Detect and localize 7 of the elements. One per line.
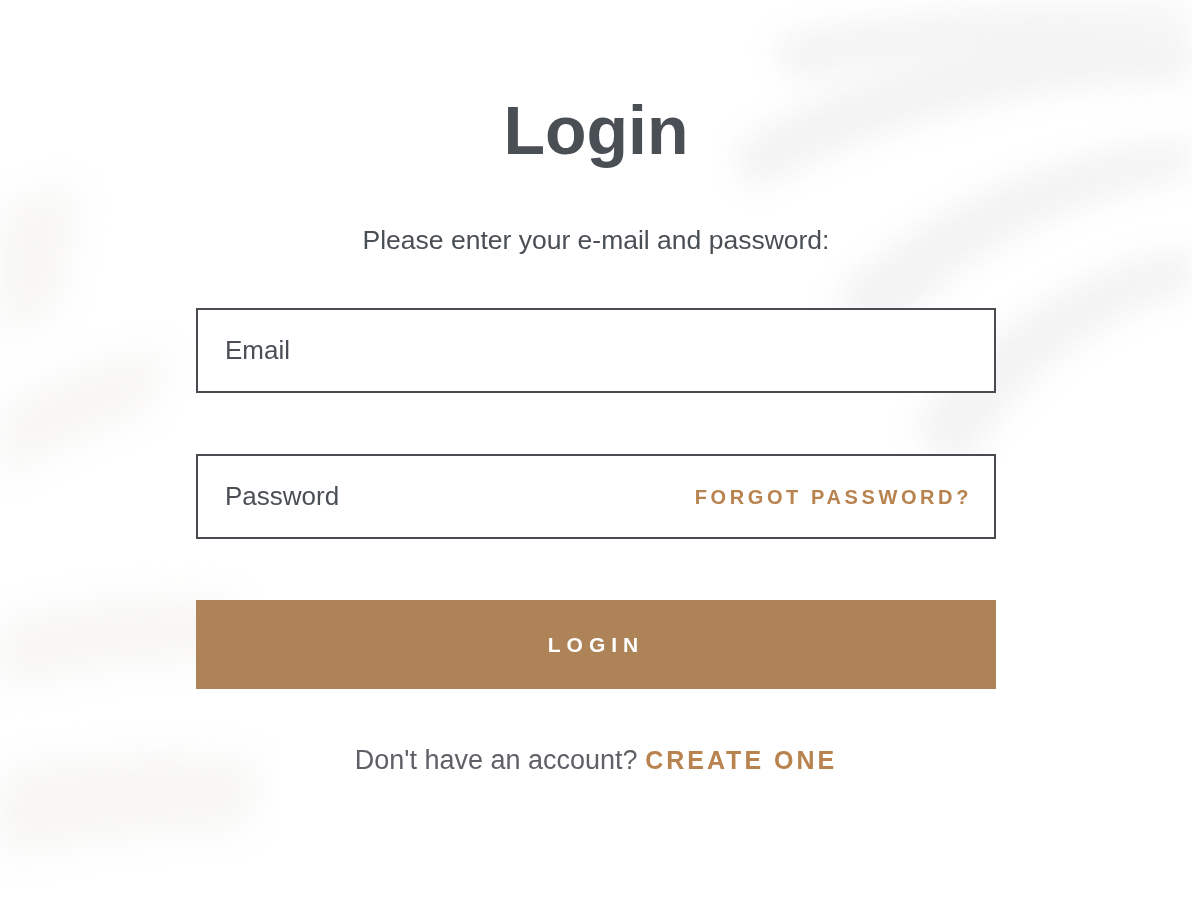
login-button[interactable]: LOGIN [196, 600, 996, 689]
signup-prompt: Don't have an account? CREATE ONE [354, 744, 838, 777]
create-account-link[interactable]: CREATE ONE [645, 746, 838, 774]
forgot-password-link[interactable]: FORGOT PASSWORD? [694, 484, 972, 509]
email-field[interactable]: Email [196, 308, 996, 393]
instruction-text: Please enter your e-mail and password: [362, 225, 830, 255]
page-title: Login [503, 91, 689, 170]
